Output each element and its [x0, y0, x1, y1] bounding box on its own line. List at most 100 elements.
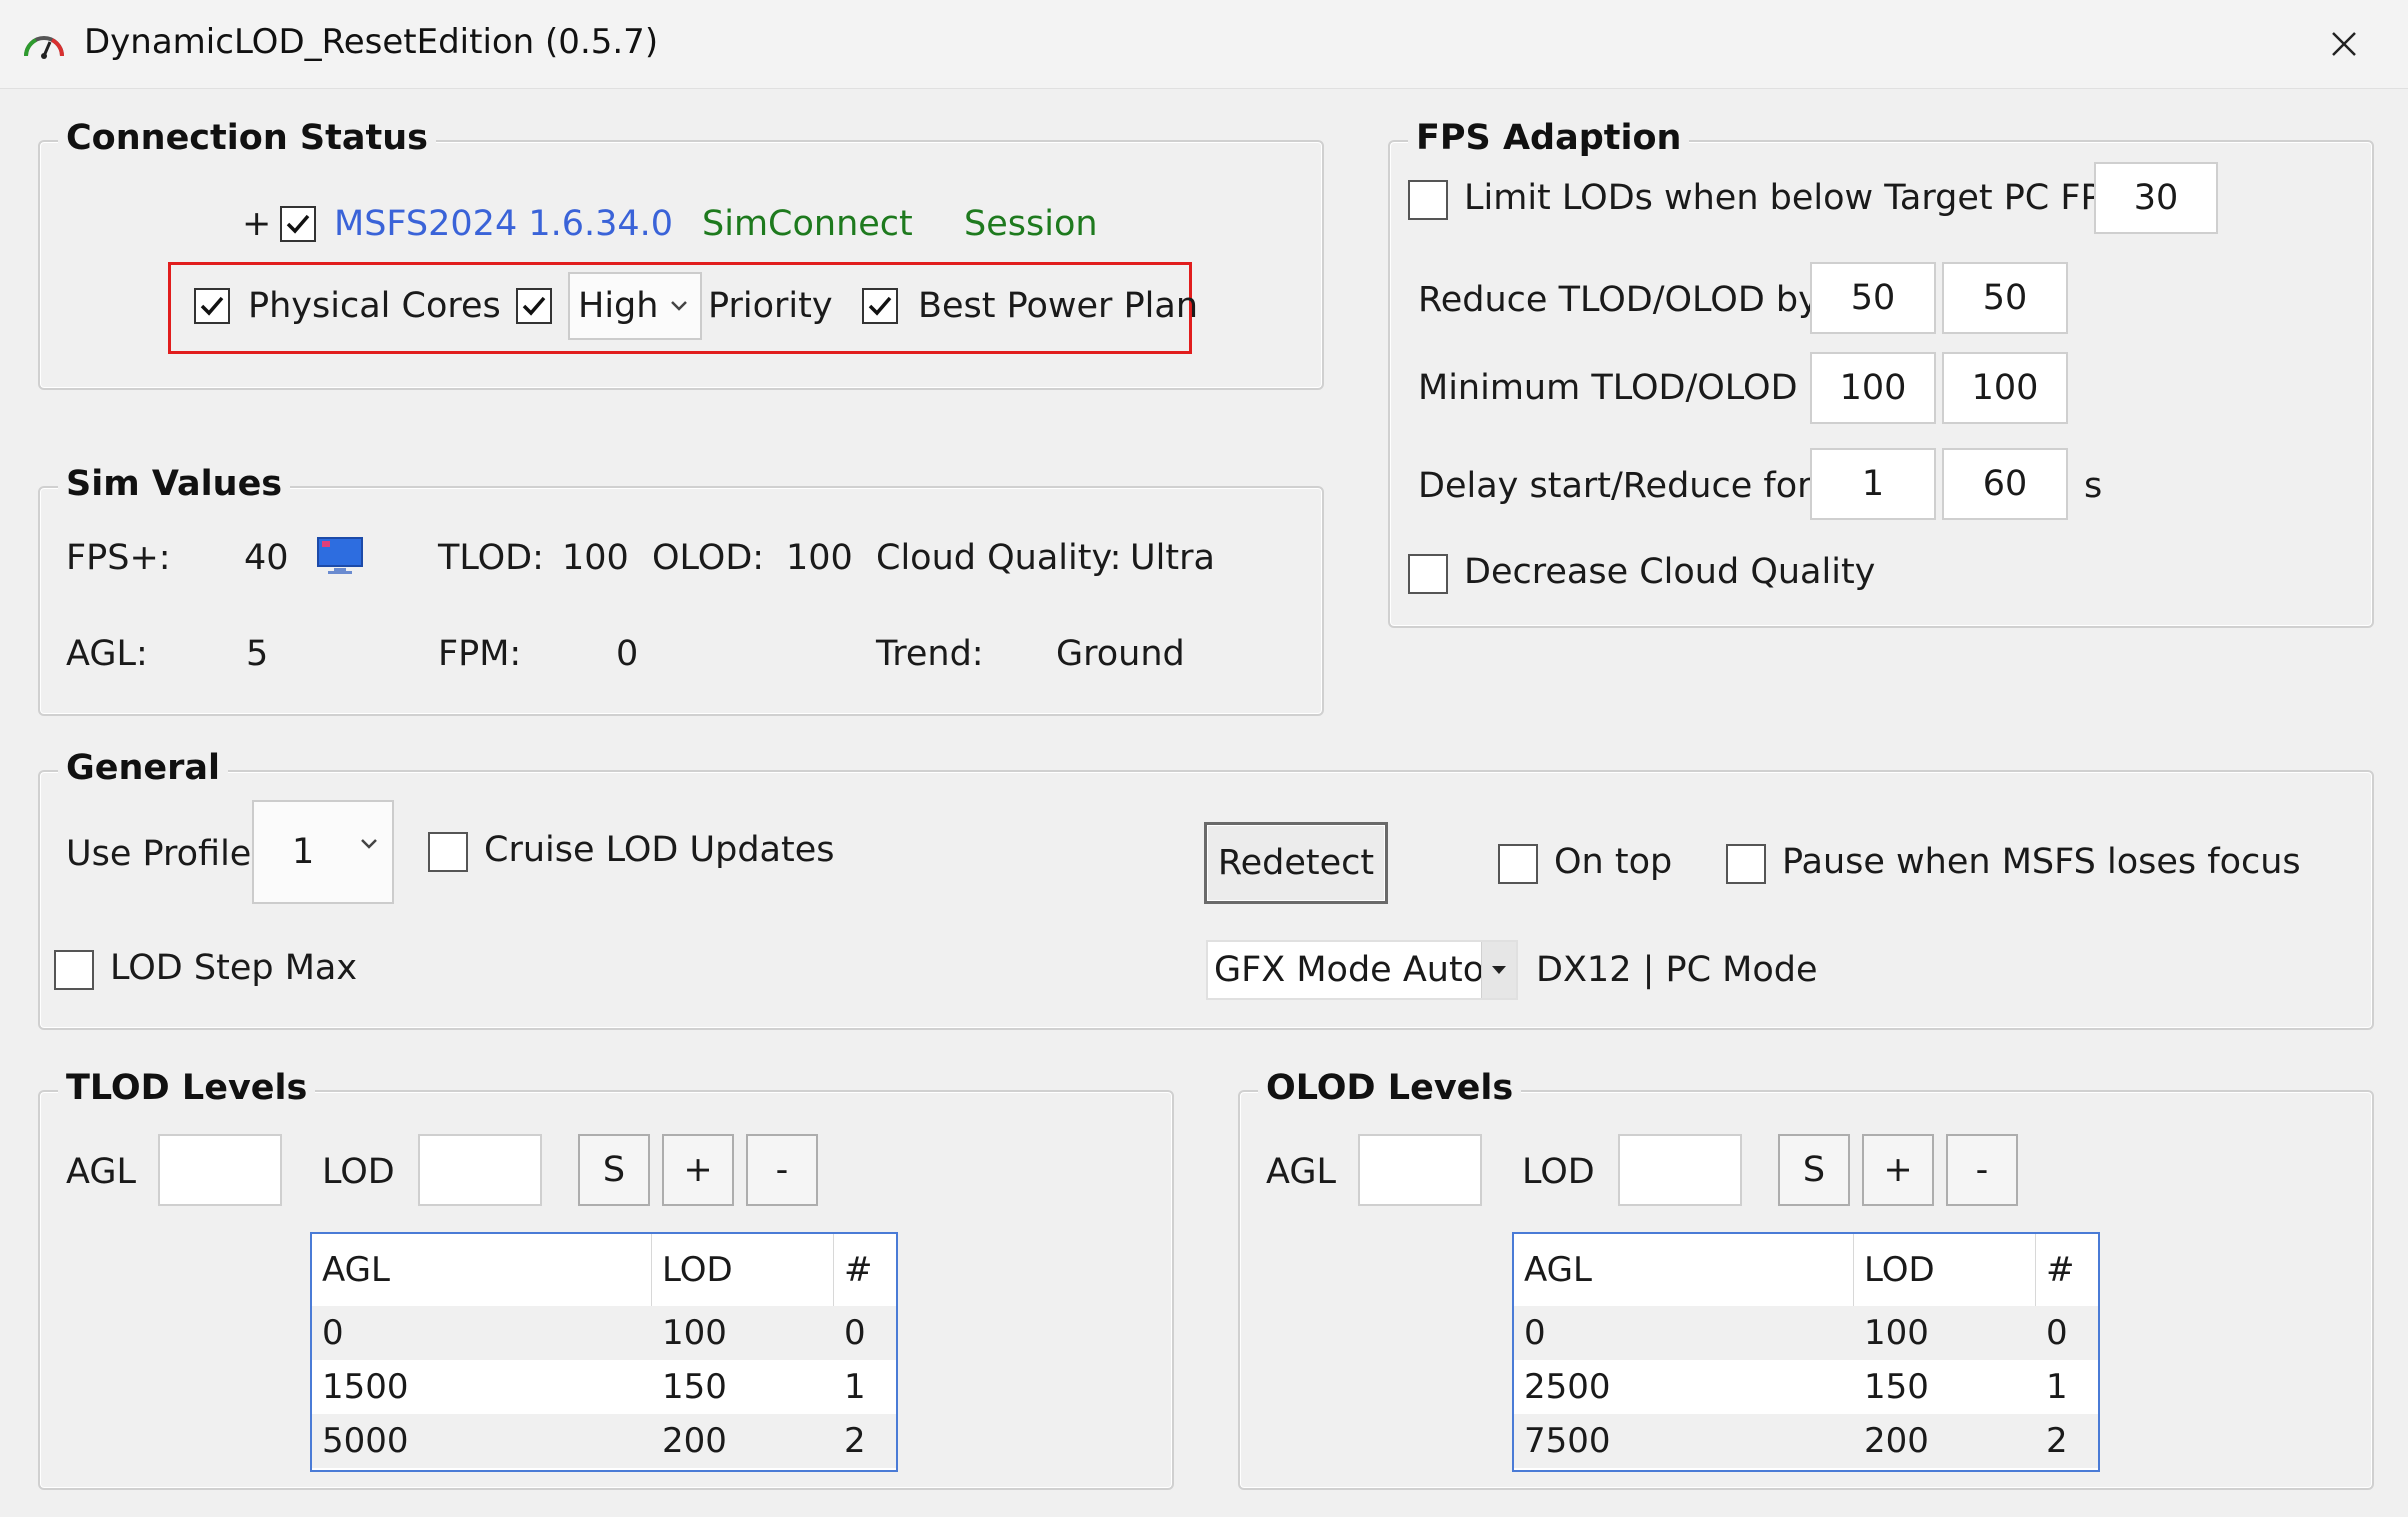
cell-agl: 7500 — [1524, 1421, 1611, 1461]
profile-dropdown[interactable]: 1 — [252, 800, 394, 904]
gfx-mode-value: GFX Mode Auto — [1214, 950, 1485, 990]
tlod-remove-button[interactable]: - — [746, 1134, 818, 1206]
column-header-agl[interactable]: AGL — [1514, 1234, 1854, 1306]
table-row[interactable]: 0 100 0 — [312, 1306, 896, 1360]
limit-lods-label: Limit LODs when below Target PC FPS: — [1464, 178, 2136, 218]
pause-focus-label: Pause when MSFS loses focus — [1782, 842, 2301, 882]
lod-step-max-label: LOD Step Max — [110, 948, 358, 988]
general-title: General — [58, 748, 228, 788]
lod-step-max-checkbox[interactable] — [54, 950, 94, 990]
reduce-for-input[interactable]: 60 — [1942, 448, 2068, 520]
msfs-version-label: MSFS2024 1.6.34.0 — [334, 204, 674, 244]
column-header-agl[interactable]: AGL — [312, 1234, 652, 1306]
cell-index: 0 — [2046, 1313, 2068, 1353]
session-status: Session — [964, 204, 1098, 244]
trend-value: Ground — [1056, 634, 1185, 674]
gauge-icon — [24, 36, 64, 59]
olod-agl-label: AGL — [1266, 1152, 1336, 1192]
column-header-lod[interactable]: LOD — [652, 1234, 834, 1306]
window-title: DynamicLOD_ResetEdition (0.5.7) — [84, 22, 659, 62]
reduce-tlod-input[interactable]: 50 — [1810, 262, 1936, 334]
priority-dropdown[interactable]: High — [568, 272, 702, 340]
tlod-agl-input[interactable] — [158, 1134, 282, 1206]
tlod-levels-table[interactable]: AGL LOD # 0 100 0 1500 150 1 5000 200 2 — [310, 1232, 898, 1472]
check-icon — [868, 296, 892, 316]
table-row[interactable]: 0 100 0 — [1514, 1306, 2098, 1360]
reduce-olod-input[interactable]: 50 — [1942, 262, 2068, 334]
monitor-icon — [317, 537, 363, 574]
app-window: DynamicLOD_ResetEdition (0.5.7) Connecti… — [0, 0, 2408, 1517]
olod-levels-title: OLOD Levels — [1258, 1068, 1522, 1108]
cloud-quality-value: Ultra — [1130, 538, 1215, 578]
olod-value: 100 — [786, 538, 853, 578]
tlod-add-button[interactable]: + — [662, 1134, 734, 1206]
cell-agl: 5000 — [322, 1421, 409, 1461]
tlod-lod-input[interactable] — [418, 1134, 542, 1206]
fpm-value: 0 — [616, 634, 639, 674]
olod-lod-input[interactable] — [1618, 1134, 1742, 1206]
column-header-index[interactable]: # — [834, 1234, 896, 1306]
cell-index: 2 — [2046, 1421, 2068, 1461]
delay-start-input[interactable]: 1 — [1810, 448, 1936, 520]
cell-index: 2 — [844, 1421, 866, 1461]
column-header-index[interactable]: # — [2036, 1234, 2098, 1306]
gfx-mode-dropdown-arrow[interactable] — [1481, 942, 1516, 998]
priority-checkbox[interactable] — [516, 288, 552, 324]
decrease-cloud-checkbox[interactable] — [1408, 554, 1448, 594]
minimum-olod-input[interactable]: 100 — [1942, 352, 2068, 424]
close-button[interactable] — [2280, 0, 2408, 88]
trend-label: Trend: — [876, 634, 984, 674]
minimum-label: Minimum TLOD/OLOD — [1418, 368, 1798, 408]
reduce-label: Reduce TLOD/OLOD by — [1418, 280, 1819, 320]
use-profile-label: Use Profile — [66, 834, 252, 874]
olod-lod-label: LOD — [1522, 1152, 1595, 1192]
chevron-down-icon — [361, 839, 377, 849]
tlod-set-button[interactable]: S — [578, 1134, 650, 1206]
olod-agl-input[interactable] — [1358, 1134, 1482, 1206]
connection-plus-label: + — [242, 204, 272, 244]
check-icon — [200, 296, 224, 316]
pause-focus-checkbox[interactable] — [1726, 844, 1766, 884]
tlod-agl-label: AGL — [66, 1152, 136, 1192]
caret-down-icon — [1492, 966, 1506, 974]
check-icon — [522, 296, 546, 316]
physical-cores-label: Physical Cores — [248, 286, 501, 326]
column-header-lod[interactable]: LOD — [1854, 1234, 2036, 1306]
fps-label: FPS+: — [66, 538, 171, 578]
cell-lod: 100 — [662, 1313, 727, 1353]
priority-value: High — [578, 286, 659, 326]
gfx-mode-dropdown[interactable]: GFX Mode Auto — [1206, 940, 1518, 1000]
olod-add-button[interactable]: + — [1862, 1134, 1934, 1206]
physical-cores-checkbox[interactable] — [194, 288, 230, 324]
table-row[interactable]: 1500 150 1 — [312, 1360, 896, 1414]
target-fps-input[interactable]: 30 — [2094, 162, 2218, 234]
table-row[interactable]: 2500 150 1 — [1514, 1360, 2098, 1414]
table-row[interactable]: 7500 200 2 — [1514, 1414, 2098, 1468]
tlod-levels-title: TLOD Levels — [58, 1068, 316, 1108]
decrease-cloud-label: Decrease Cloud Quality — [1464, 552, 1876, 592]
table-header: AGL LOD # — [1514, 1234, 2098, 1307]
seconds-unit-label: s — [2084, 466, 2103, 506]
cell-agl: 2500 — [1524, 1367, 1611, 1407]
cruise-lod-checkbox[interactable] — [428, 832, 468, 872]
table-header: AGL LOD # — [312, 1234, 896, 1307]
connection-status-title: Connection Status — [58, 118, 436, 158]
redetect-button[interactable]: Redetect — [1204, 822, 1388, 904]
olod-remove-button[interactable]: - — [1946, 1134, 2018, 1206]
msfs-connected-checkbox[interactable] — [280, 206, 316, 242]
olod-levels-table[interactable]: AGL LOD # 0 100 0 2500 150 1 7500 200 2 — [1512, 1232, 2100, 1472]
olod-set-button[interactable]: S — [1778, 1134, 1850, 1206]
cell-index: 0 — [844, 1313, 866, 1353]
priority-label: Priority — [708, 286, 833, 326]
cell-lod: 100 — [1864, 1313, 1929, 1353]
sim-values-group: Sim Values — [38, 464, 1324, 716]
table-row[interactable]: 5000 200 2 — [312, 1414, 896, 1468]
cell-agl: 1500 — [322, 1367, 409, 1407]
on-top-label: On top — [1554, 842, 1673, 882]
dx-mode-label: DX12 | PC Mode — [1536, 950, 1818, 990]
on-top-checkbox[interactable] — [1498, 844, 1538, 884]
delay-label: Delay start/Reduce for — [1418, 466, 1812, 506]
limit-lods-checkbox[interactable] — [1408, 180, 1448, 220]
best-power-plan-checkbox[interactable] — [862, 288, 898, 324]
minimum-tlod-input[interactable]: 100 — [1810, 352, 1936, 424]
